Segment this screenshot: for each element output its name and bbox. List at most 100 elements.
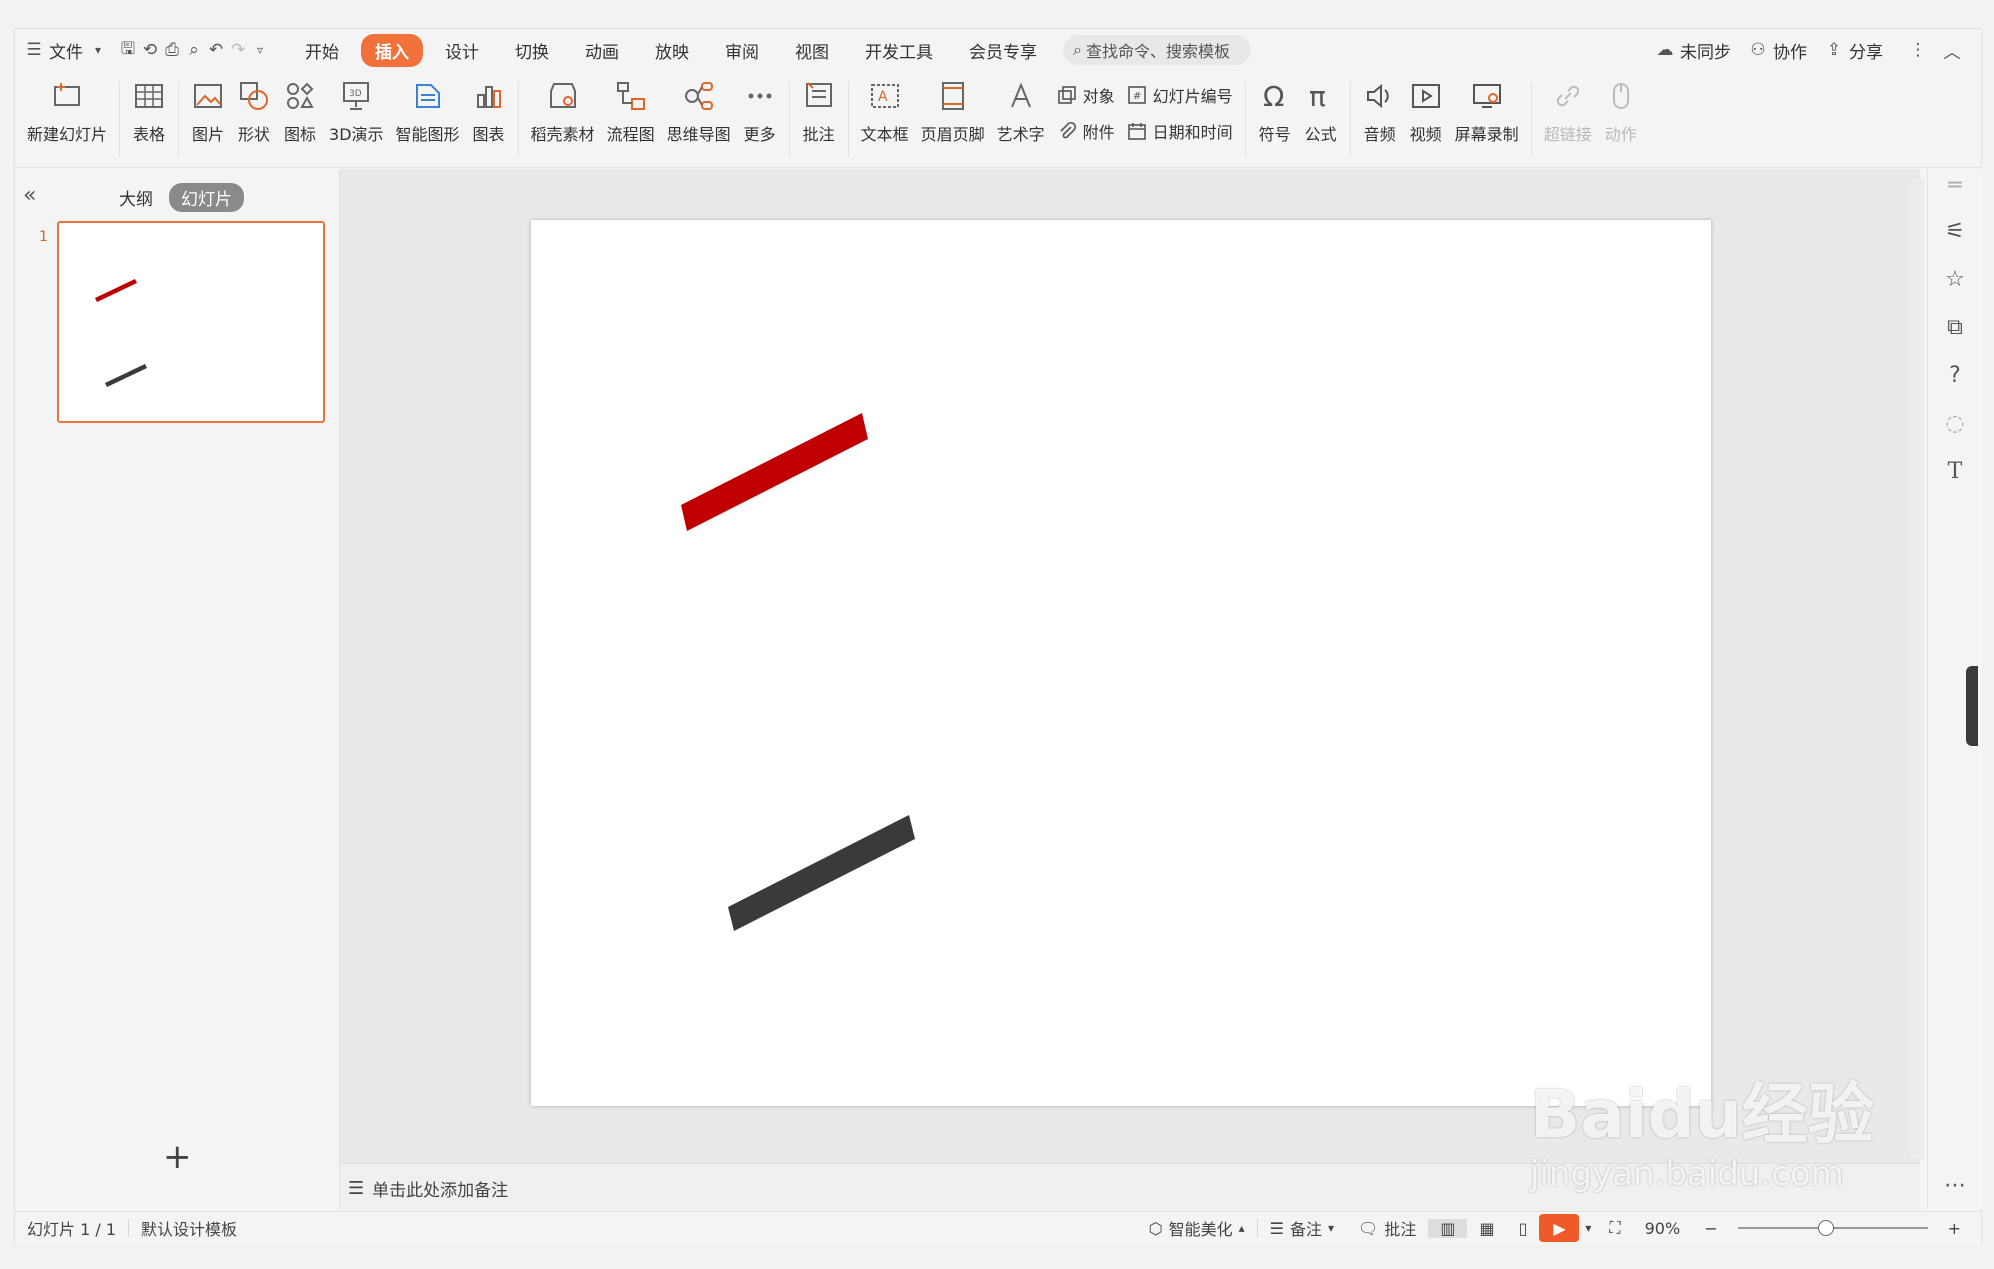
zoom-out-icon[interactable]: − bbox=[1692, 1219, 1729, 1238]
slide-thumbnail-1[interactable] bbox=[57, 221, 325, 423]
more-button[interactable]: 更多 bbox=[737, 73, 783, 145]
tab-insert[interactable]: 插入 bbox=[361, 33, 423, 67]
print-preview-icon[interactable]: ⌕ bbox=[183, 39, 205, 61]
zoom-slider-knob[interactable] bbox=[1817, 1220, 1834, 1236]
datetime-button[interactable]: 日期和时间 bbox=[1127, 119, 1233, 143]
customize-toolbar-icon[interactable]: ▿ bbox=[249, 39, 271, 61]
tab-design[interactable]: 设计 bbox=[431, 34, 493, 67]
format-painter-icon[interactable]: ⟲ bbox=[139, 39, 161, 61]
mindmap-icon bbox=[684, 82, 713, 110]
watermark-brand: Baidu经验 bbox=[1530, 1076, 1874, 1153]
screen-record-button[interactable]: 屏幕录制 bbox=[1449, 73, 1525, 145]
copy-icon[interactable]: ⧉ bbox=[1942, 315, 1968, 341]
tab-review[interactable]: 审阅 bbox=[711, 34, 773, 67]
red-bar-shape[interactable] bbox=[681, 413, 868, 531]
redo-icon[interactable]: ↷ bbox=[227, 39, 249, 61]
hyperlink-label: 超链接 bbox=[1543, 125, 1592, 144]
sync-button[interactable]: ☁ 未同步 bbox=[1646, 38, 1739, 63]
dark-bar-shape[interactable] bbox=[728, 815, 915, 931]
zoom-level[interactable]: 90% bbox=[1633, 1219, 1693, 1238]
properties-icon[interactable]: ⚟ bbox=[1942, 219, 1968, 245]
comment-button[interactable]: 批注 bbox=[796, 73, 842, 145]
smartart-icon bbox=[415, 84, 440, 108]
collapse-ribbon-icon[interactable]: ︿ bbox=[1941, 39, 1963, 63]
tab-developer[interactable]: 开发工具 bbox=[851, 34, 947, 67]
lightbulb-icon[interactable]: ◌ bbox=[1942, 411, 1968, 437]
print-icon[interactable]: ⎙ bbox=[161, 39, 183, 61]
video-button[interactable]: 视频 bbox=[1403, 73, 1449, 145]
reading-view-icon[interactable]: ▯ bbox=[1507, 1219, 1540, 1238]
collaborate-button[interactable]: ⚇ 协作 bbox=[1739, 38, 1815, 63]
tab-home[interactable]: 开始 bbox=[291, 34, 353, 67]
play-slideshow-icon[interactable]: ▶ bbox=[1539, 1214, 1580, 1242]
shape-button[interactable]: 形状 bbox=[231, 73, 277, 145]
smartart-label: 智能图形 bbox=[395, 125, 460, 144]
add-slide-button[interactable]: + bbox=[163, 1137, 192, 1177]
tab-animations[interactable]: 动画 bbox=[571, 34, 633, 67]
picture-button[interactable]: 图片 bbox=[185, 73, 231, 145]
comments-toggle-button[interactable]: 🗨 批注 bbox=[1346, 1216, 1428, 1240]
share-icon: ⇪ bbox=[1826, 40, 1842, 60]
file-menu[interactable]: ☰ 文件 ▾ bbox=[15, 38, 117, 63]
object-button[interactable]: 对象 bbox=[1057, 83, 1115, 107]
sync-label: 未同步 bbox=[1680, 42, 1731, 63]
command-search[interactable]: ⌕ 查找命令、搜索模板 bbox=[1063, 35, 1251, 65]
attachment-button[interactable]: 附件 bbox=[1057, 119, 1115, 143]
audio-label: 音频 bbox=[1363, 125, 1396, 144]
status-bar: 幻灯片 1 / 1 默认设计模板 ⬡ 智能美化 ▴ ☰ 备注 ▾ 🗨 批注 ▥ … bbox=[15, 1211, 1981, 1244]
symbol-button[interactable]: Ω 符号 bbox=[1252, 73, 1298, 145]
more-vertical-icon[interactable]: ⋮ bbox=[1907, 39, 1929, 61]
tab-member[interactable]: 会员专享 bbox=[955, 34, 1051, 67]
side-expand-handle[interactable] bbox=[1966, 666, 1978, 746]
vertical-scrollbar[interactable] bbox=[1910, 179, 1924, 1159]
template-name[interactable]: 默认设计模板 bbox=[129, 1216, 249, 1240]
smart-beautify-button[interactable]: ⬡ 智能美化 ▴ bbox=[1137, 1216, 1257, 1240]
wordart-button[interactable]: 艺术字 bbox=[991, 73, 1051, 145]
notes-toggle-button[interactable]: ☰ 备注 ▾ bbox=[1258, 1216, 1346, 1240]
slide-number-button[interactable]: # 幻灯片编号 bbox=[1127, 83, 1233, 107]
smartart-button[interactable]: 智能图形 bbox=[390, 73, 466, 145]
header-footer-button[interactable]: 页眉页脚 bbox=[915, 73, 991, 145]
tab-view[interactable]: 视图 bbox=[781, 34, 843, 67]
share-button[interactable]: ⇪ 分享 bbox=[1815, 38, 1891, 63]
tab-transitions[interactable]: 切换 bbox=[501, 34, 563, 67]
fit-window-icon[interactable]: ⛶ bbox=[1597, 1218, 1632, 1238]
chevron-down-icon[interactable]: ▾ bbox=[1579, 1221, 1597, 1235]
audio-button[interactable]: 音频 bbox=[1357, 73, 1403, 145]
search-icon: ⌕ bbox=[1073, 40, 1082, 59]
tab-slides[interactable]: 幻灯片 bbox=[169, 183, 244, 212]
icon-button[interactable]: 图标 bbox=[277, 73, 323, 145]
more-horizontal-icon[interactable]: ⋯ bbox=[1942, 1173, 1968, 1199]
3d-demo-label: 3D演示 bbox=[329, 125, 384, 144]
current-slide[interactable] bbox=[531, 220, 1711, 1106]
formula-button[interactable]: π 公式 bbox=[1298, 73, 1344, 145]
material-button[interactable]: 稻壳素材 bbox=[525, 73, 601, 145]
new-slide-button[interactable]: 新建幻灯片 bbox=[15, 73, 113, 145]
action-button[interactable]: 动作 bbox=[1598, 73, 1644, 145]
zoom-slider[interactable] bbox=[1737, 1220, 1928, 1236]
textbox-button[interactable]: A 文本框 bbox=[855, 73, 915, 145]
chevron-down-icon: ▾ bbox=[94, 43, 102, 57]
shape-icon bbox=[240, 82, 269, 110]
table-button[interactable]: 表格 bbox=[126, 73, 172, 145]
textbox-label: 文本框 bbox=[860, 125, 909, 144]
undo-icon[interactable]: ↶ bbox=[205, 39, 227, 61]
normal-view-icon[interactable]: ▥ bbox=[1428, 1218, 1468, 1238]
flowchart-button[interactable]: 流程图 bbox=[601, 73, 661, 145]
tab-slideshow[interactable]: 放映 bbox=[641, 34, 703, 67]
save-icon[interactable]: 🖫 bbox=[117, 39, 139, 61]
tab-outline[interactable]: 大纲 bbox=[119, 185, 153, 210]
panel-handle-icon: ═ bbox=[1948, 173, 1962, 198]
zoom-in-icon[interactable]: + bbox=[1936, 1219, 1981, 1238]
help-icon[interactable]: ? bbox=[1942, 363, 1968, 389]
text-icon[interactable]: T bbox=[1942, 459, 1968, 485]
chart-button[interactable]: 图表 bbox=[466, 73, 512, 145]
star-icon[interactable]: ☆ bbox=[1942, 267, 1968, 293]
more-dots-icon bbox=[748, 93, 772, 99]
3d-demo-button[interactable]: 3D 3D演示 bbox=[323, 73, 390, 145]
mindmap-button[interactable]: 思维导图 bbox=[661, 73, 737, 145]
hyperlink-button[interactable]: 超链接 bbox=[1538, 73, 1598, 145]
collapse-panel-icon[interactable]: « bbox=[23, 183, 36, 208]
file-menu-label: 文件 bbox=[49, 42, 83, 63]
slide-sorter-icon[interactable]: ▦ bbox=[1467, 1219, 1506, 1238]
